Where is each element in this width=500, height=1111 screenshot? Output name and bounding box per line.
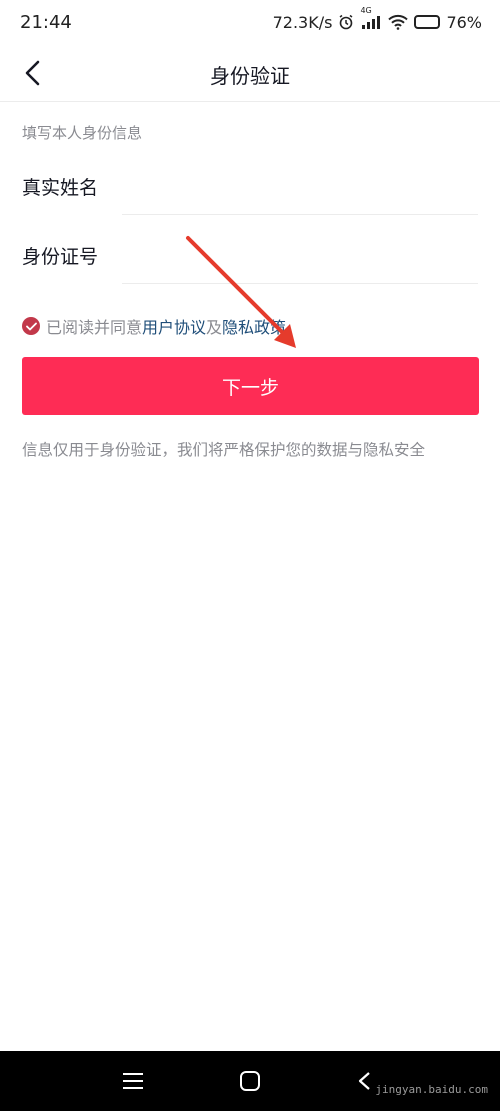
network-type: 4G [360, 6, 372, 15]
status-bar: 21:44 72.3K/s 4G 76% [0, 0, 500, 44]
next-step-button[interactable]: 下一步 [22, 357, 479, 415]
name-row: 真实姓名 [22, 155, 478, 215]
battery-percent: 76% [446, 12, 482, 32]
name-input[interactable] [122, 165, 478, 205]
nav-back-icon[interactable] [355, 1071, 375, 1091]
user-agreement-link[interactable]: 用户协议 [142, 314, 206, 338]
id-number-label: 身份证号 [22, 246, 99, 268]
agreement-checkbox[interactable] [22, 317, 40, 335]
battery-icon [414, 15, 441, 29]
nav-bar: 身份验证 [0, 44, 500, 102]
id-number-row: 身份证号 [22, 224, 478, 284]
home-icon[interactable] [240, 1071, 260, 1091]
section-hint: 填写本人身份信息 [22, 124, 143, 142]
alarm-icon [338, 14, 354, 30]
status-time: 21:44 [20, 11, 72, 33]
status-indicators: 72.3K/s 4G 76% [272, 6, 482, 32]
privacy-policy-link[interactable]: 隐私政策 [222, 314, 286, 338]
agreement-row: 已阅读并同意 用户协议 及 隐私政策 [22, 314, 286, 338]
agreement-conjunction: 及 [206, 318, 223, 337]
page-title: 身份验证 [210, 64, 290, 88]
id-number-input[interactable] [122, 234, 478, 274]
check-icon [25, 322, 37, 330]
signal-icon: 4G [360, 6, 382, 30]
privacy-notice: 信息仅用于身份验证，我们将严格保护您的数据与隐私安全 [22, 441, 426, 459]
network-speed: 72.3K/s [272, 12, 333, 32]
menu-icon[interactable] [121, 1071, 145, 1091]
wifi-icon [388, 14, 409, 30]
name-divider [122, 214, 478, 215]
name-label: 真实姓名 [22, 177, 99, 199]
id-number-divider [122, 283, 478, 284]
system-nav-bar: jingyan.baidu.com [0, 1051, 500, 1111]
agreement-prefix: 已阅读并同意 [46, 318, 143, 337]
watermark: jingyan.baidu.com [375, 1083, 488, 1096]
